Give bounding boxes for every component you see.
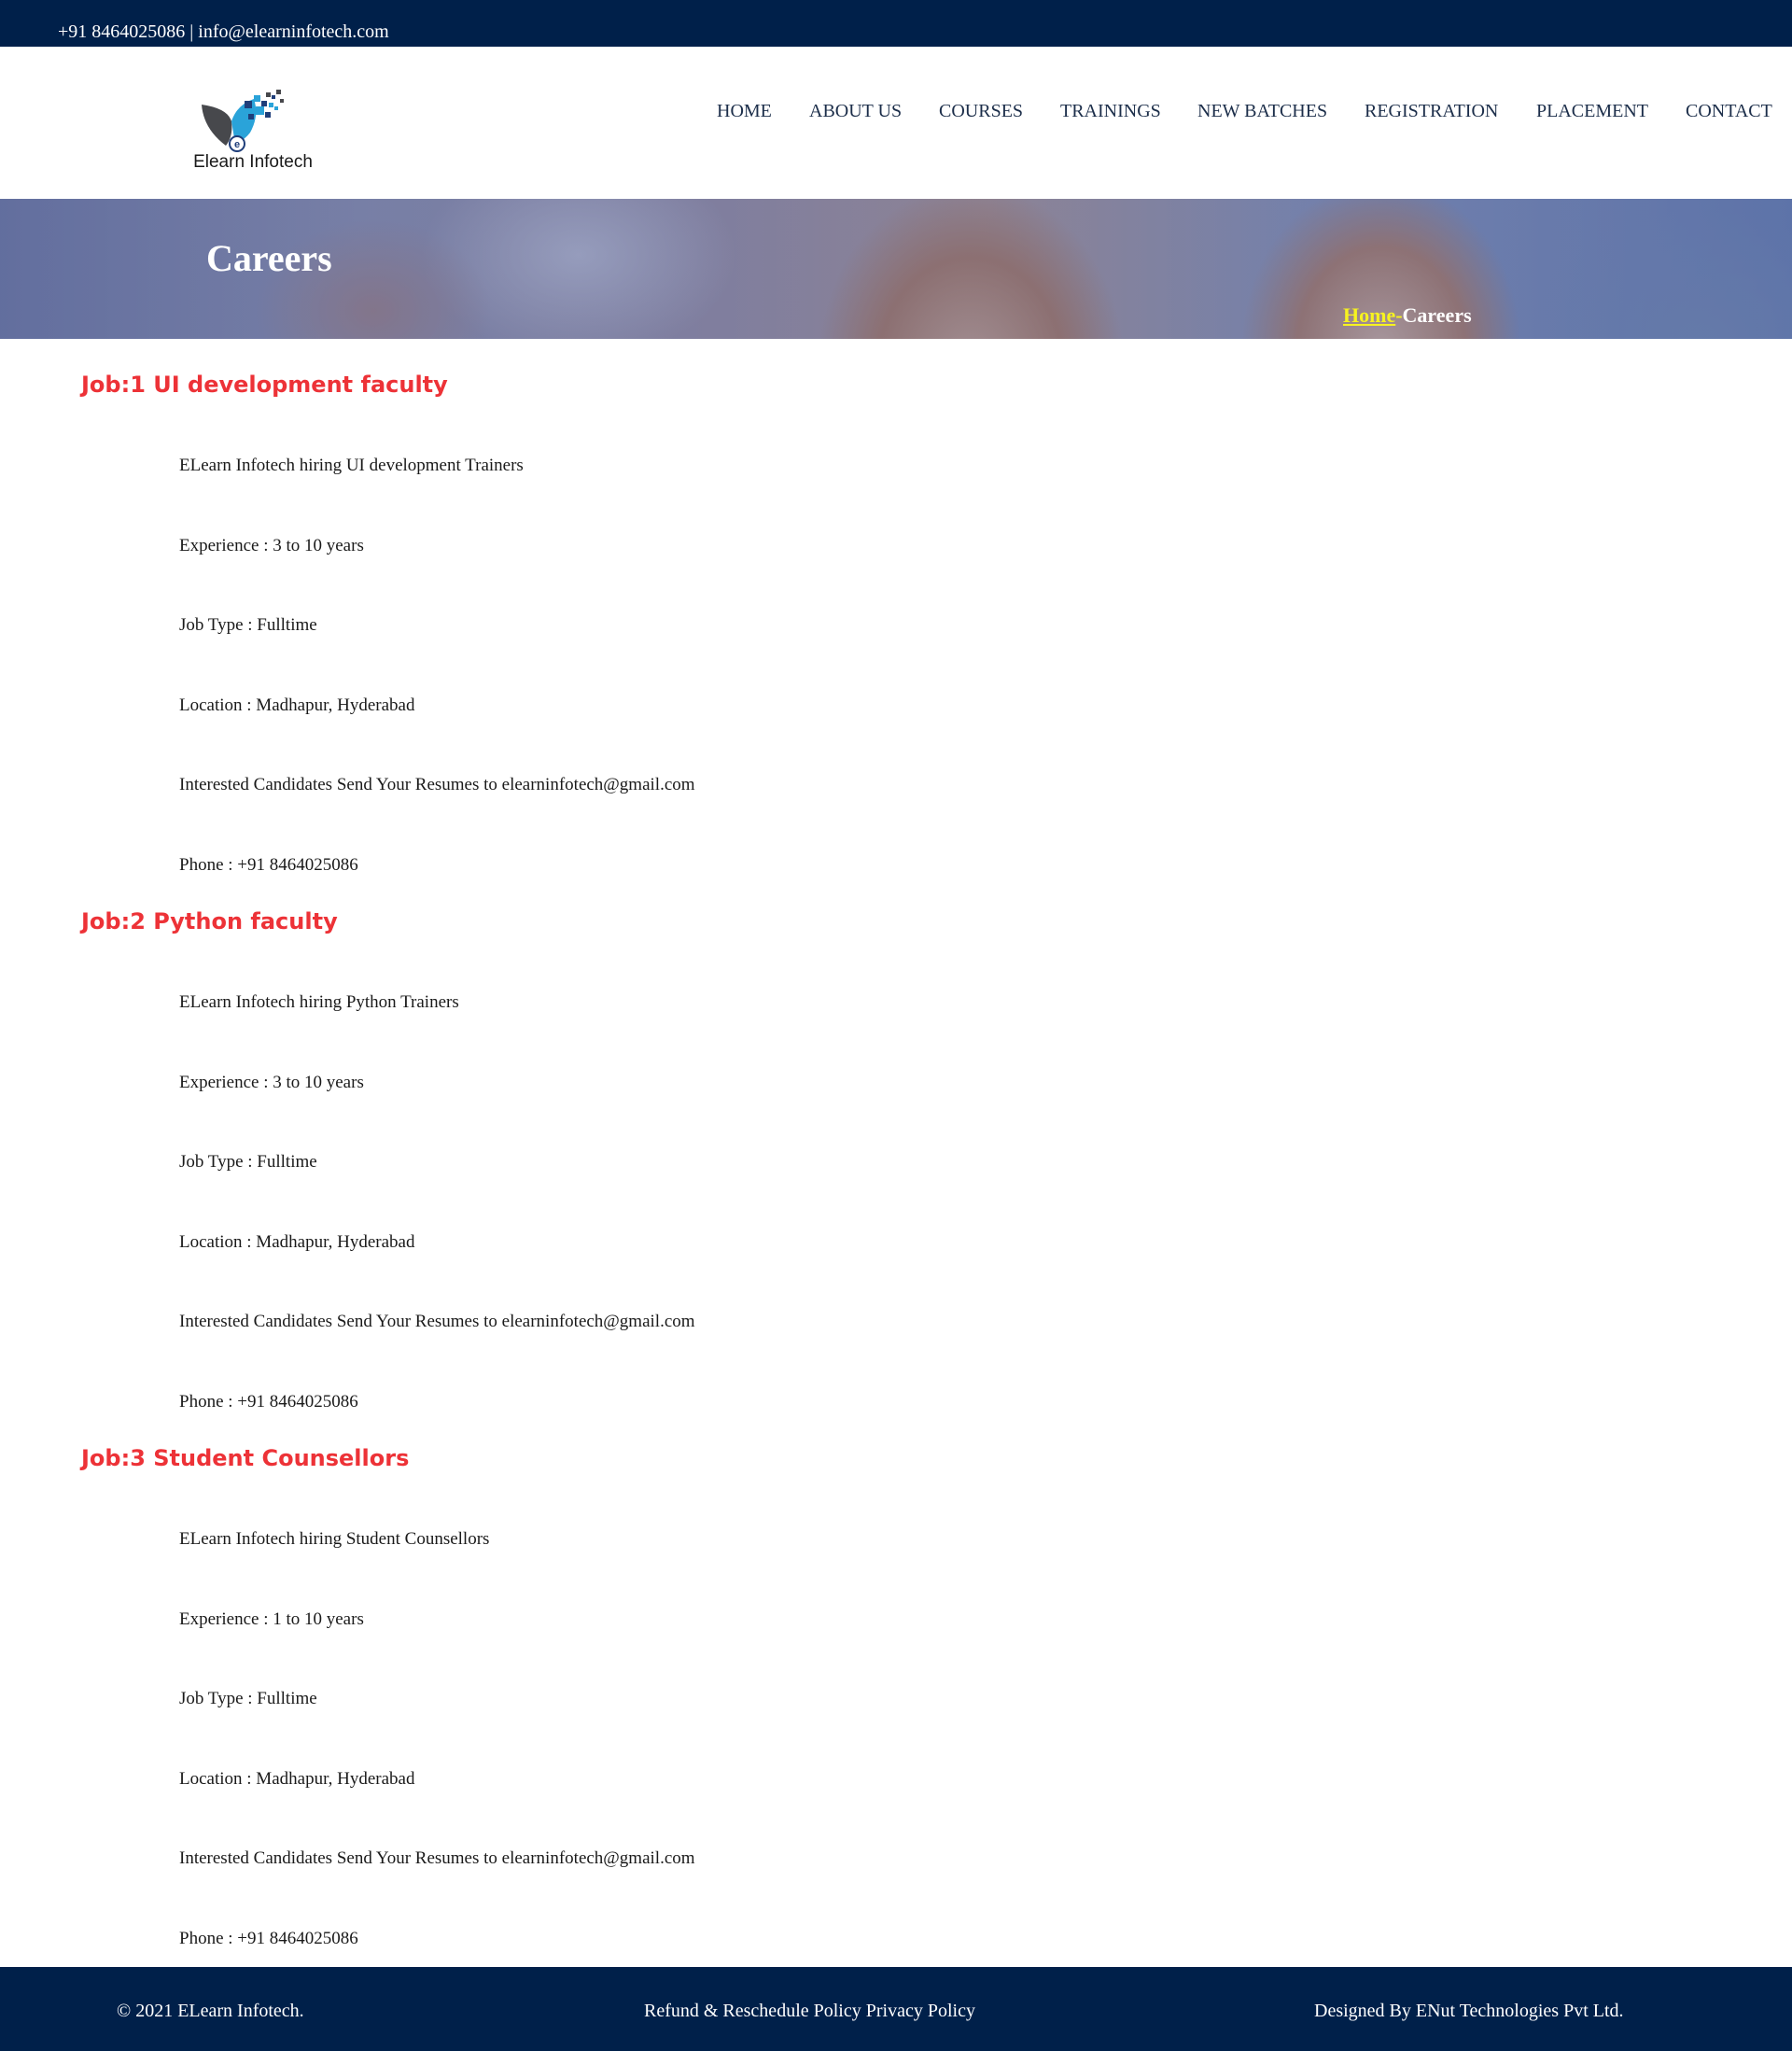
breadcrumb-separator: -	[1395, 303, 1403, 327]
breadcrumb-home-link[interactable]: Home	[1343, 303, 1395, 327]
job-type: Job Type : Fulltime	[179, 1689, 317, 1708]
job-phone: Phone : +91 8464025086	[179, 855, 358, 875]
job-location: Location : Madhapur, Hyderabad	[179, 1232, 415, 1252]
site-footer: © 2021 ELearn Infotech. Refund & Resched…	[0, 1967, 1792, 2051]
site-header: e Elearn Infotech HOME ABOUT US COURSES …	[0, 47, 1792, 199]
nav-about-us[interactable]: ABOUT US	[809, 99, 902, 123]
job-phone: Phone : +91 8464025086	[179, 1929, 358, 1948]
breadcrumb-current: Careers	[1402, 303, 1472, 327]
nav-trainings[interactable]: TRAININGS	[1060, 99, 1161, 123]
nav-home[interactable]: HOME	[717, 99, 772, 123]
logo-letter: e	[234, 139, 240, 150]
job-title: Job:2 Python faculty	[81, 908, 338, 934]
page-banner: Careers Home-Careers	[0, 199, 1792, 339]
job-location: Location : Madhapur, Hyderabad	[179, 1769, 415, 1789]
job-experience: Experience : 1 to 10 years	[179, 1609, 364, 1629]
nav-placement[interactable]: PLACEMENT	[1536, 99, 1648, 123]
job-type: Job Type : Fulltime	[179, 615, 317, 635]
nav-courses[interactable]: COURSES	[939, 99, 1023, 123]
nav-registration[interactable]: REGISTRATION	[1365, 99, 1498, 123]
footer-policy-links[interactable]: Refund & Reschedule Policy Privacy Polic…	[644, 2000, 975, 2022]
job-type: Job Type : Fulltime	[179, 1152, 317, 1172]
job-description: ELearn Infotech hiring Student Counsello…	[179, 1529, 490, 1549]
job-phone: Phone : +91 8464025086	[179, 1392, 358, 1412]
job-title: Job:3 Student Counsellors	[81, 1445, 410, 1471]
job-description: ELearn Infotech hiring UI development Tr…	[179, 456, 524, 475]
breadcrumb: Home-Careers	[1343, 303, 1472, 328]
page-title: Careers	[206, 237, 332, 279]
footer-copyright: © 2021 ELearn Infotech.	[117, 2001, 304, 2021]
job-experience: Experience : 3 to 10 years	[179, 1073, 364, 1092]
job-location: Location : Madhapur, Hyderabad	[179, 695, 415, 715]
job-experience: Experience : 3 to 10 years	[179, 536, 364, 555]
job-apply-email: Interested Candidates Send Your Resumes …	[179, 1848, 695, 1868]
job-apply-email: Interested Candidates Send Your Resumes …	[179, 1312, 695, 1331]
job-description: ELearn Infotech hiring Python Trainers	[179, 992, 459, 1012]
footer-designer-credit: Designed By ENut Technologies Pvt Ltd.	[1314, 2001, 1624, 2021]
main-nav: HOME ABOUT US COURSES TRAININGS NEW BATC…	[0, 99, 1792, 127]
logo-name: Elearn Infotech	[193, 152, 313, 172]
job-title: Job:1 UI development faculty	[81, 372, 448, 398]
top-contact-bar: +91 8464025086 | info@elearninfotech.com	[0, 0, 1792, 47]
topbar-contact-info: +91 8464025086 | info@elearninfotech.com	[58, 21, 389, 42]
nav-contact[interactable]: CONTACT	[1686, 99, 1772, 123]
job-apply-email: Interested Candidates Send Your Resumes …	[179, 775, 695, 794]
nav-new-batches[interactable]: NEW BATCHES	[1197, 99, 1327, 123]
